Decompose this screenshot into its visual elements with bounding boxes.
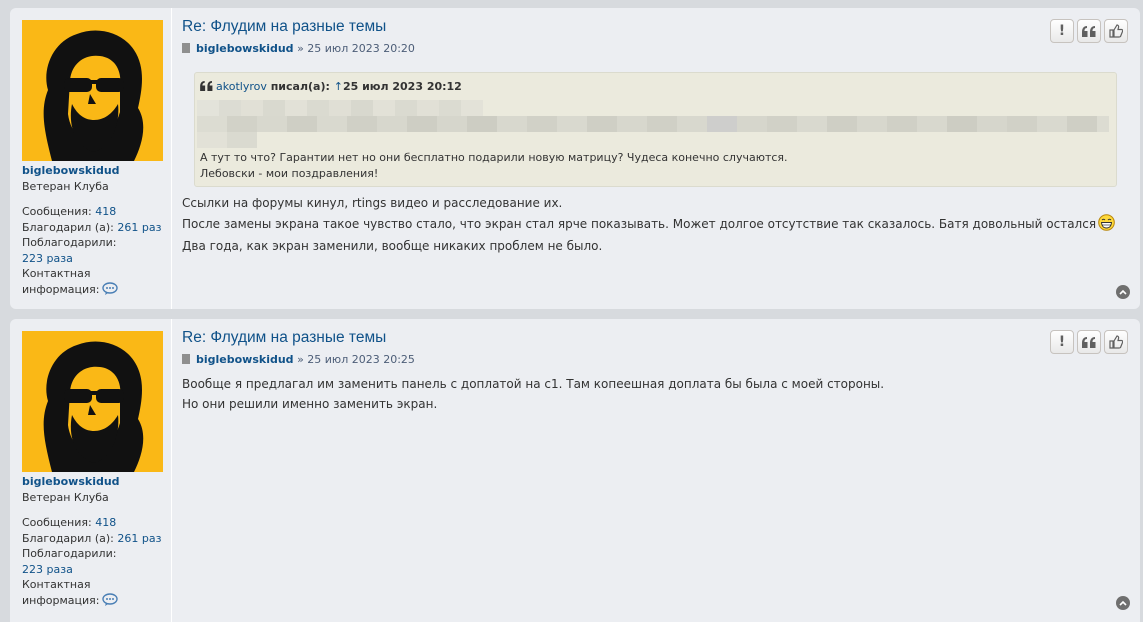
contact-chat-icon[interactable] [102,593,119,612]
avatar-image [22,331,163,472]
post-date: » 25 июл 2023 20:25 [297,353,415,366]
posts-count-label: Сообщения: [22,516,92,529]
post-title[interactable]: Re: Флудим на разные темы [182,329,386,347]
report-button[interactable]: ! [1050,330,1074,354]
quote-line: Лебовски - мои поздравления! [200,166,379,180]
like-button[interactable] [1104,330,1128,354]
body-line: Но они решили именно заменить экран. [182,396,438,411]
quote-button[interactable] [1077,330,1101,354]
quote-blurred-line [197,116,1109,132]
thanks-label: Поблагодарили: [22,236,117,250]
quote-icon [1082,25,1096,37]
profile-username[interactable]: biglebowskidud [22,164,120,177]
like-button[interactable] [1104,19,1128,43]
thanks-label: Поблагодарили: [22,547,117,561]
post: biglebowskidud Ветеран Клуба Сообщения: … [10,8,1140,309]
post-meta: biglebowskidud » 25 июл 2023 20:25 [182,353,415,366]
back-to-top-button[interactable] [1116,285,1130,299]
thanks-link[interactable]: 223 раза [22,563,73,576]
body-line: Два года, как экран заменили, вообще ник… [182,239,603,253]
report-button[interactable]: ! [1050,19,1074,43]
quote-text: А тут то что? Гарантии нет но они беспла… [200,150,788,181]
contact-label-2: информация: [22,282,100,296]
quote-blurred-line [197,100,487,116]
post-author[interactable]: biglebowskidud [196,353,294,366]
avatar-image [22,20,163,161]
quote-wrote: писал(а): [270,80,330,93]
post-meta: biglebowskidud » 25 июл 2023 20:20 [182,42,415,55]
thanks-link[interactable]: 223 раза [22,252,73,265]
profile-rank: Ветеран Клуба [22,491,109,504]
grin-emoji-icon [1098,213,1115,238]
contact-label: Контактная [22,578,91,592]
avatar[interactable] [22,331,163,472]
quote-marks-icon [200,81,213,94]
post-date: » 25 июл 2023 20:20 [297,42,415,55]
posts-count-link[interactable]: 418 [95,516,116,529]
thumbs-up-icon [1109,24,1123,38]
quote-date: 25 июл 2023 20:12 [342,80,462,93]
profile-stats: Сообщения: 418 Благодарил (а): 261 раз П… [22,204,170,301]
profile-rank: Ветеран Клуба [22,180,109,193]
thumbs-up-icon [1109,335,1123,349]
thanked-label: Благодарил (а): [22,220,114,234]
quote-icon [1082,336,1096,348]
report-icon: ! [1058,334,1066,350]
post-actions: ! [1050,330,1128,354]
post-content: Re: Флудим на разные темы biglebowskidud… [182,319,1140,622]
profile-stats: Сообщения: 418 Благодарил (а): 261 раз П… [22,515,170,612]
quote-block: akotlyrov писал(а): ↑25 июл 2023 20:12 А… [194,72,1117,187]
post: biglebowskidud Ветеран Клуба Сообщения: … [10,319,1140,622]
quote-author[interactable]: akotlyrov [216,80,267,93]
contact-label: Контактная [22,267,91,281]
post-body: Ссылки на форумы кинул, rtings видео и р… [182,194,1115,257]
avatar[interactable] [22,20,163,161]
quote-blurred-line [197,132,257,148]
post-file-icon[interactable] [182,43,190,53]
post-author[interactable]: biglebowskidud [196,42,294,55]
thanked-label: Благодарил (а): [22,531,114,545]
post-body: Вообще я предлагал им заменить панель с … [182,375,884,414]
quote-source-arrow[interactable]: ↑ [334,80,343,93]
posts-count-link[interactable]: 418 [95,205,116,218]
post-profile: biglebowskidud Ветеран Клуба Сообщения: … [10,319,172,622]
chevron-up-icon [1119,289,1127,295]
posts-count-label: Сообщения: [22,205,92,218]
report-icon: ! [1058,23,1066,39]
contact-chat-icon[interactable] [102,282,119,301]
thanked-link[interactable]: 261 раз [117,221,161,234]
quote-header: akotlyrov писал(а): ↑25 июл 2023 20:12 [200,80,462,94]
chevron-up-icon [1119,600,1127,606]
body-line: Ссылки на форумы кинул, rtings видео и р… [182,196,563,210]
post-profile: biglebowskidud Ветеран Клуба Сообщения: … [10,8,172,309]
contact-label-2: информация: [22,593,100,607]
thanked-link[interactable]: 261 раз [117,532,161,545]
body-line: После замены экрана такое чувство стало,… [182,216,1097,231]
back-to-top-button[interactable] [1116,596,1130,610]
quote-button[interactable] [1077,19,1101,43]
profile-username[interactable]: biglebowskidud [22,475,120,488]
post-actions: ! [1050,19,1128,43]
post-title[interactable]: Re: Флудим на разные темы [182,18,386,36]
body-line: Вообще я предлагал им заменить панель с … [182,377,885,391]
quote-line: А тут то что? Гарантии нет но они беспла… [200,151,788,164]
post-content: Re: Флудим на разные темы biglebowskidud… [182,8,1140,309]
post-file-icon[interactable] [182,354,190,364]
